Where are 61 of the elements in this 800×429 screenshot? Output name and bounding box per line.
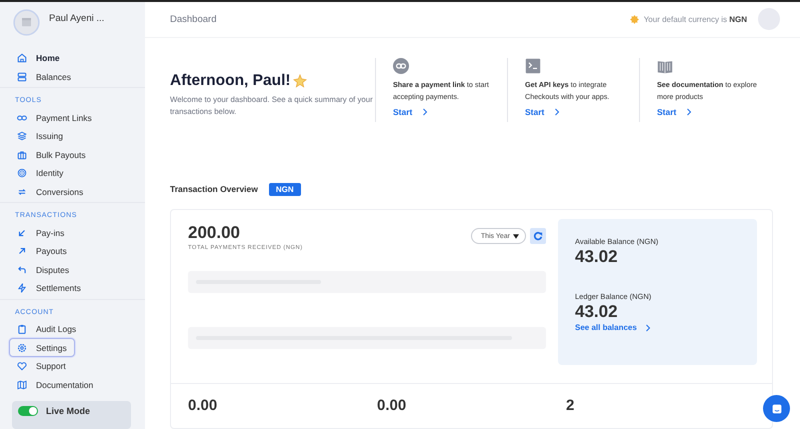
briefcase-icon xyxy=(17,150,27,160)
nav-item[interactable]: Payouts xyxy=(9,242,75,260)
refresh-icon xyxy=(533,231,543,241)
sparkle-icon xyxy=(292,74,307,88)
start-link[interactable]: Start xyxy=(525,106,560,117)
heart-icon xyxy=(17,361,27,372)
balance-amount: 43.02 xyxy=(575,247,619,267)
chat-icon xyxy=(770,402,784,416)
lightning-icon xyxy=(17,283,27,294)
stat-value: 2 xyxy=(566,397,576,414)
caret-icon xyxy=(513,234,519,238)
greeting-title: Afternoon, Paul! xyxy=(170,72,291,90)
nav-item[interactable]: Support xyxy=(9,356,74,376)
chevron-icon xyxy=(422,108,428,116)
section-title: Transaction Overview xyxy=(170,184,258,194)
nav-item[interactable]: Settlements xyxy=(9,279,89,298)
nav-item[interactable]: Conversions xyxy=(9,182,92,202)
arrow-down-left-icon xyxy=(17,228,27,238)
clipboard-icon xyxy=(17,324,27,334)
nav-item[interactable]: Payment Links xyxy=(9,108,100,127)
badge-icon xyxy=(630,14,639,24)
nav-item[interactable]: Documentation xyxy=(9,375,102,394)
nav-item[interactable]: Home xyxy=(9,49,68,68)
stat-value: 0.00 xyxy=(188,397,218,414)
nav-item[interactable]: Issuing xyxy=(9,126,71,146)
nav-item[interactable]: Bulk Payouts xyxy=(9,145,94,164)
nav-item[interactable]: Pay-ins xyxy=(9,223,72,242)
currency-tag[interactable]: NGN xyxy=(268,182,301,196)
nav-item[interactable]: Disputes xyxy=(9,260,78,280)
chat-button[interactable] xyxy=(763,395,790,422)
nav-item[interactable]: Balances xyxy=(9,68,79,86)
nav-item[interactable]: Audit Logs xyxy=(9,320,84,338)
nav-item[interactable]: Settings xyxy=(9,338,75,357)
link-icon xyxy=(393,58,409,74)
stack-icon xyxy=(17,72,27,82)
page-title: Dashboard xyxy=(170,14,216,25)
map-icon xyxy=(17,380,27,390)
balance-amount: 43.02 xyxy=(575,302,619,322)
chevron-icon xyxy=(686,108,692,116)
store-avatar-icon[interactable] xyxy=(13,9,40,36)
settings-icon xyxy=(17,342,27,352)
swap-icon xyxy=(17,186,27,197)
mode-toggle[interactable] xyxy=(18,406,38,416)
link-icon xyxy=(17,112,27,123)
nav-item[interactable]: Identity xyxy=(9,164,72,183)
currency-note: Your default currency is NGN xyxy=(644,14,747,24)
chevron-icon xyxy=(644,324,651,332)
balances-link[interactable]: See all balances xyxy=(575,323,740,332)
chevron-icon xyxy=(554,108,560,116)
account-name[interactable]: Paul Ayeni ... xyxy=(49,13,104,24)
layers-icon xyxy=(17,131,27,142)
mode-label: Live Mode xyxy=(46,406,90,416)
stat-value: 0.00 xyxy=(377,397,408,414)
return-arrow-icon xyxy=(17,264,27,275)
terminal-icon xyxy=(525,58,541,74)
total-amount: 200.00 xyxy=(188,223,241,243)
home-icon xyxy=(17,53,27,64)
start-link[interactable]: Start xyxy=(657,106,692,117)
start-link[interactable]: Start xyxy=(393,106,428,117)
refresh-button[interactable] xyxy=(530,228,546,244)
arrow-up-right-icon xyxy=(17,246,27,256)
